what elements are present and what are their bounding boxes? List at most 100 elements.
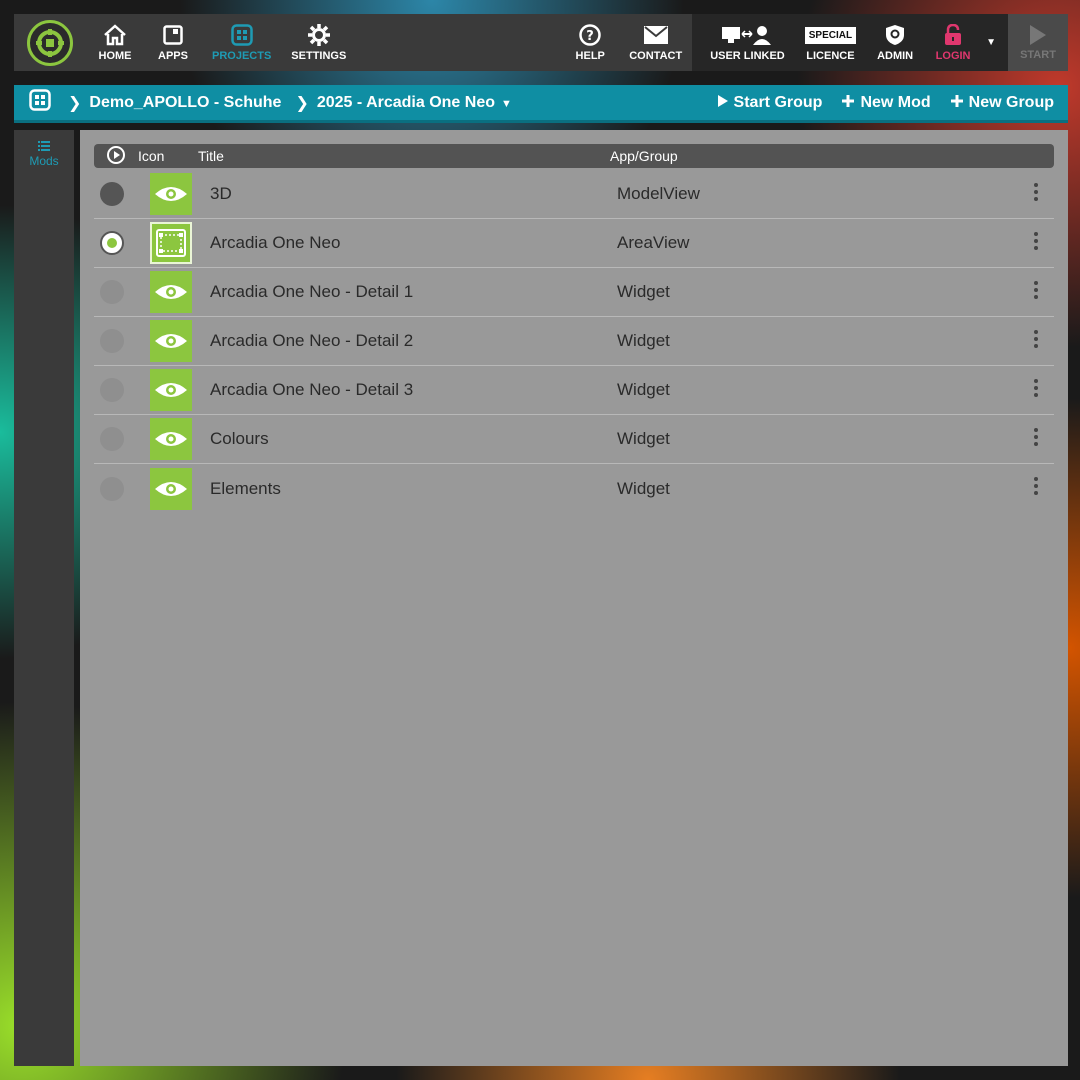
table-row[interactable]: Colours Widget: [94, 415, 1054, 464]
licence-badge-text: SPECIAL: [804, 26, 857, 44]
chevron-right-icon: ❯: [295, 94, 309, 112]
nav-home-button[interactable]: HOME: [86, 14, 144, 71]
mods-list: 3D ModelView Arcadia One Neo AreaView Ar: [94, 170, 1054, 513]
row-radio[interactable]: [94, 378, 130, 402]
play-all-button[interactable]: [94, 145, 138, 167]
table-row[interactable]: 3D ModelView: [94, 170, 1054, 219]
start-label: START: [1020, 49, 1056, 61]
start-button[interactable]: START: [1008, 14, 1068, 71]
more-vertical-icon: [1034, 231, 1038, 255]
more-vertical-icon: [1034, 378, 1038, 402]
breadcrumb-root-button[interactable]: [14, 89, 66, 116]
caret-down-icon: ▼: [986, 37, 996, 48]
help-icon: ?: [579, 23, 601, 47]
user-zone: USER LINKED SPECIAL LICENCE ADMIN LOGIN …: [692, 14, 1008, 71]
row-radio[interactable]: [94, 329, 130, 353]
row-radio[interactable]: [94, 476, 130, 501]
svg-text:?: ?: [586, 29, 594, 44]
more-vertical-icon: [1034, 477, 1038, 500]
column-header-app-group[interactable]: App/Group: [610, 148, 1054, 164]
row-title: Arcadia One Neo - Detail 1: [210, 282, 414, 301]
breadcrumb-project[interactable]: Demo_APOLLO - Schuhe: [89, 94, 281, 112]
table-row[interactable]: Arcadia One Neo - Detail 3 Widget: [94, 366, 1054, 415]
table-row[interactable]: Elements Widget: [94, 464, 1054, 513]
row-menu-button[interactable]: [1018, 329, 1054, 353]
table-row[interactable]: Arcadia One Neo - Detail 1 Widget: [94, 268, 1054, 317]
radio-indicator: [100, 280, 124, 304]
column-header-icon[interactable]: Icon: [138, 148, 198, 164]
licence-button[interactable]: SPECIAL LICENCE: [795, 14, 866, 71]
chevron-right-icon: ❯: [68, 94, 82, 112]
column-header-title[interactable]: Title: [198, 148, 610, 164]
user-linked-button[interactable]: USER LINKED: [700, 14, 795, 71]
more-vertical-icon: [1034, 329, 1038, 353]
row-menu-button[interactable]: [1018, 427, 1054, 451]
row-app: Widget: [617, 478, 670, 498]
radio-indicator: [100, 378, 124, 402]
app-logo[interactable]: [14, 14, 86, 71]
new-mod-button[interactable]: New Mod: [842, 93, 931, 112]
row-radio[interactable]: [94, 427, 130, 451]
contact-button[interactable]: CONTACT: [619, 14, 692, 71]
row-app: ModelView: [617, 184, 700, 203]
play-icon: [1029, 24, 1047, 49]
login-button[interactable]: LOGIN: [924, 14, 982, 71]
nav-projects-button[interactable]: PROJECTS: [202, 14, 281, 71]
eye-icon: [150, 173, 192, 215]
table-row[interactable]: Arcadia One Neo AreaView: [94, 219, 1054, 268]
radio-indicator: [100, 329, 124, 353]
radio-indicator: [100, 427, 124, 451]
row-menu-button[interactable]: [1018, 231, 1054, 255]
table-header: Icon Title App/Group: [94, 144, 1054, 168]
new-group-button[interactable]: New Group: [950, 94, 1054, 112]
admin-button[interactable]: ADMIN: [866, 14, 924, 71]
nav-settings-label: SETTINGS: [291, 50, 347, 62]
row-radio[interactable]: [94, 182, 130, 206]
user-linked-label: USER LINKED: [710, 50, 785, 62]
login-dropdown-button[interactable]: ▼: [982, 14, 1000, 71]
start-group-button[interactable]: Start Group: [717, 94, 822, 112]
plus-icon: [842, 94, 855, 112]
row-title: Colours: [210, 429, 269, 448]
row-menu-button[interactable]: [1018, 182, 1054, 206]
sidebar: Mods: [14, 130, 74, 1066]
list-icon: [38, 140, 50, 154]
row-app: Widget: [617, 429, 670, 448]
play-circle-icon: [107, 145, 125, 167]
row-title: Arcadia One Neo: [210, 233, 341, 252]
row-menu-button[interactable]: [1018, 280, 1054, 304]
row-menu-button[interactable]: [1018, 477, 1054, 500]
eye-icon: [150, 320, 192, 362]
row-title: 3D: [210, 184, 232, 203]
licence-label: LICENCE: [806, 50, 855, 62]
row-app: Widget: [617, 331, 670, 350]
sidebar-item-mods[interactable]: Mods: [14, 130, 74, 168]
eye-icon: [150, 369, 192, 411]
plus-icon: [950, 94, 963, 112]
admin-shield-icon: [885, 23, 905, 47]
row-menu-button[interactable]: [1018, 378, 1054, 402]
help-button[interactable]: ? HELP: [561, 14, 619, 71]
lock-icon: [944, 23, 962, 47]
radio-indicator: [100, 182, 124, 206]
caret-down-icon: ▼: [501, 97, 512, 110]
contact-label: CONTACT: [629, 50, 683, 62]
row-app: AreaView: [617, 233, 690, 252]
projects-icon: [230, 23, 253, 47]
eye-icon: [150, 271, 192, 313]
area-icon: [150, 222, 192, 264]
nav-apps-button[interactable]: APPS: [144, 14, 202, 71]
row-radio[interactable]: [94, 231, 130, 255]
apps-icon: [163, 23, 183, 47]
new-mod-label: New Mod: [860, 93, 931, 111]
radio-indicator: [100, 476, 124, 501]
mods-panel: Icon Title App/Group 3D ModelView Arcadi…: [80, 130, 1068, 1066]
nav-settings-button[interactable]: SETTINGS: [281, 14, 356, 71]
row-radio[interactable]: [94, 280, 130, 304]
breadcrumb-group[interactable]: 2025 - Arcadia One Neo ▼: [317, 94, 512, 112]
table-row[interactable]: Arcadia One Neo - Detail 2 Widget: [94, 317, 1054, 366]
admin-label: ADMIN: [877, 50, 914, 62]
nav-home-label: HOME: [98, 50, 132, 62]
gear-icon: [307, 23, 330, 47]
